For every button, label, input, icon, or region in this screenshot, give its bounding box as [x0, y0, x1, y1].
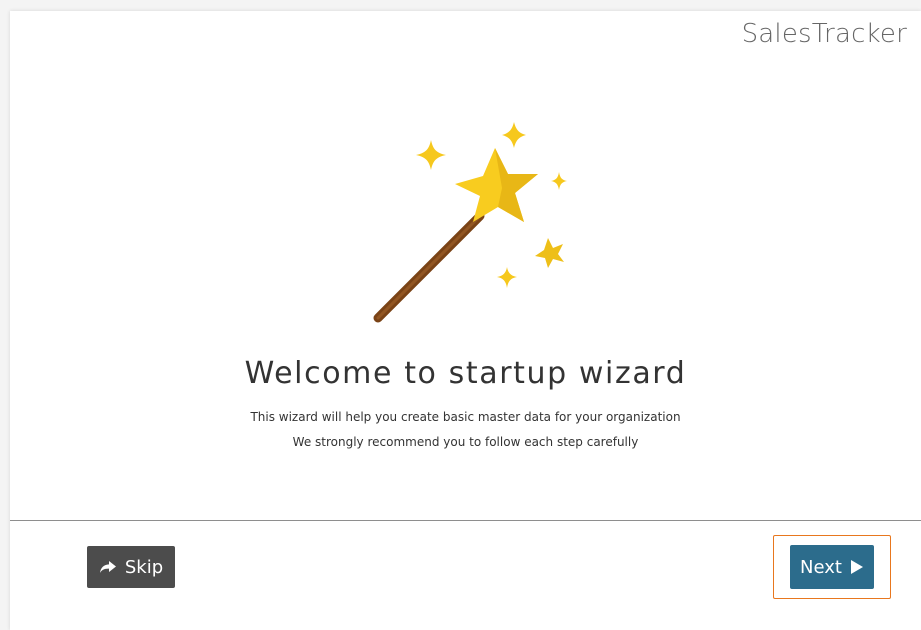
skip-button-label: Skip: [124, 556, 164, 578]
brand-name: SalesTracker: [741, 19, 907, 49]
wizard-card: SalesTracker Welcome to startup wizard T…: [10, 11, 921, 630]
skip-button[interactable]: Skip: [87, 546, 175, 588]
play-triangle-icon: [850, 560, 863, 574]
magic-wand-icon: [373, 122, 567, 323]
wizard-title: Welcome to startup wizard: [244, 356, 687, 391]
footer-divider: [10, 520, 921, 521]
share-arrow-icon: [99, 561, 116, 573]
wizard-description-line-2: We strongly recommend you to follow each…: [292, 435, 639, 449]
wizard-description-line-1: This wizard will help you create basic m…: [250, 410, 681, 424]
next-button[interactable]: Next: [790, 545, 874, 589]
next-button-label: Next: [800, 556, 842, 578]
